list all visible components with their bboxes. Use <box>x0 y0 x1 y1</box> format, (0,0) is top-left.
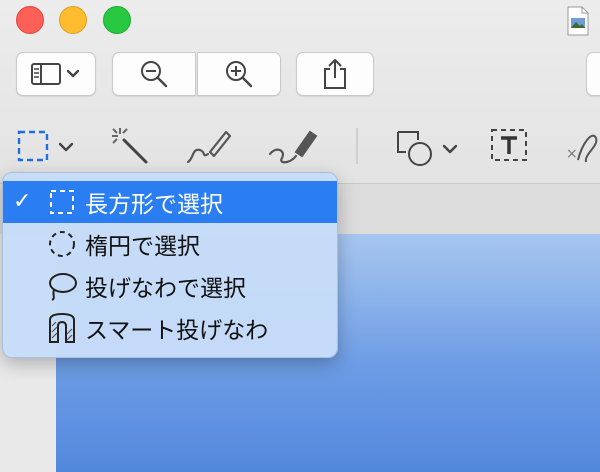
magic-wand-icon <box>112 128 148 164</box>
draw-tool-button[interactable] <box>266 122 320 170</box>
zoom-out-icon <box>141 61 168 88</box>
rectangular-selection-icon <box>17 130 74 162</box>
sketch-tool-button[interactable] <box>184 122 234 170</box>
toolbar-right-button[interactable] <box>586 52 600 96</box>
image-document-icon <box>566 6 590 36</box>
selection-tool-button[interactable] <box>16 122 80 170</box>
menu-item-label: 長方形で選択 <box>85 192 223 218</box>
text-tool-button[interactable] <box>488 122 532 170</box>
window-toolbar: × <box>0 0 600 184</box>
signature-icon: × <box>566 134 598 163</box>
sidebar-toggle-icon <box>31 63 80 85</box>
share-button[interactable] <box>296 52 374 96</box>
ellipse-selection-icon <box>45 227 79 261</box>
draw-icon <box>268 130 318 164</box>
smart-lasso-icon <box>45 311 79 345</box>
minimize-window-button[interactable] <box>59 6 87 34</box>
sidebar-toggle-button[interactable] <box>16 52 96 96</box>
checkmark-icon: ✓ <box>13 189 32 214</box>
menu-item-rectangle-select[interactable]: ✓ 長方形で選択 <box>3 181 337 223</box>
share-icon <box>324 59 346 89</box>
menu-item-smart-lasso[interactable]: スマート投げなわ <box>3 307 337 349</box>
menu-item-label: 投げなわで選択 <box>85 276 246 302</box>
menu-item-label: 楕円で選択 <box>85 234 200 260</box>
close-window-button[interactable] <box>16 6 44 34</box>
lasso-selection-icon <box>45 269 79 303</box>
zoom-out-button[interactable] <box>112 52 196 96</box>
zoom-in-icon <box>226 61 253 88</box>
menu-item-ellipse-select[interactable]: 楕円で選択 <box>3 223 337 265</box>
text-box-icon <box>491 129 527 161</box>
menu-item-label: スマート投げなわ <box>85 318 269 344</box>
menu-item-lasso-select[interactable]: 投げなわで選択 <box>3 265 337 307</box>
svg-text:×: × <box>566 146 578 162</box>
toolbar-divider <box>356 128 358 164</box>
signature-tool-button[interactable]: × <box>566 122 600 170</box>
instant-alpha-button[interactable] <box>108 122 152 170</box>
rectangle-selection-icon <box>45 185 79 219</box>
zoom-window-button[interactable] <box>103 6 131 34</box>
shapes-icon <box>397 131 458 166</box>
zoom-in-button[interactable] <box>197 52 281 96</box>
shapes-tool-button[interactable] <box>394 122 466 170</box>
sketch-icon <box>186 130 232 164</box>
selection-menu: ✓ 長方形で選択 楕円で選択 投げなわで選択 スマート投げなわ <box>2 172 338 358</box>
